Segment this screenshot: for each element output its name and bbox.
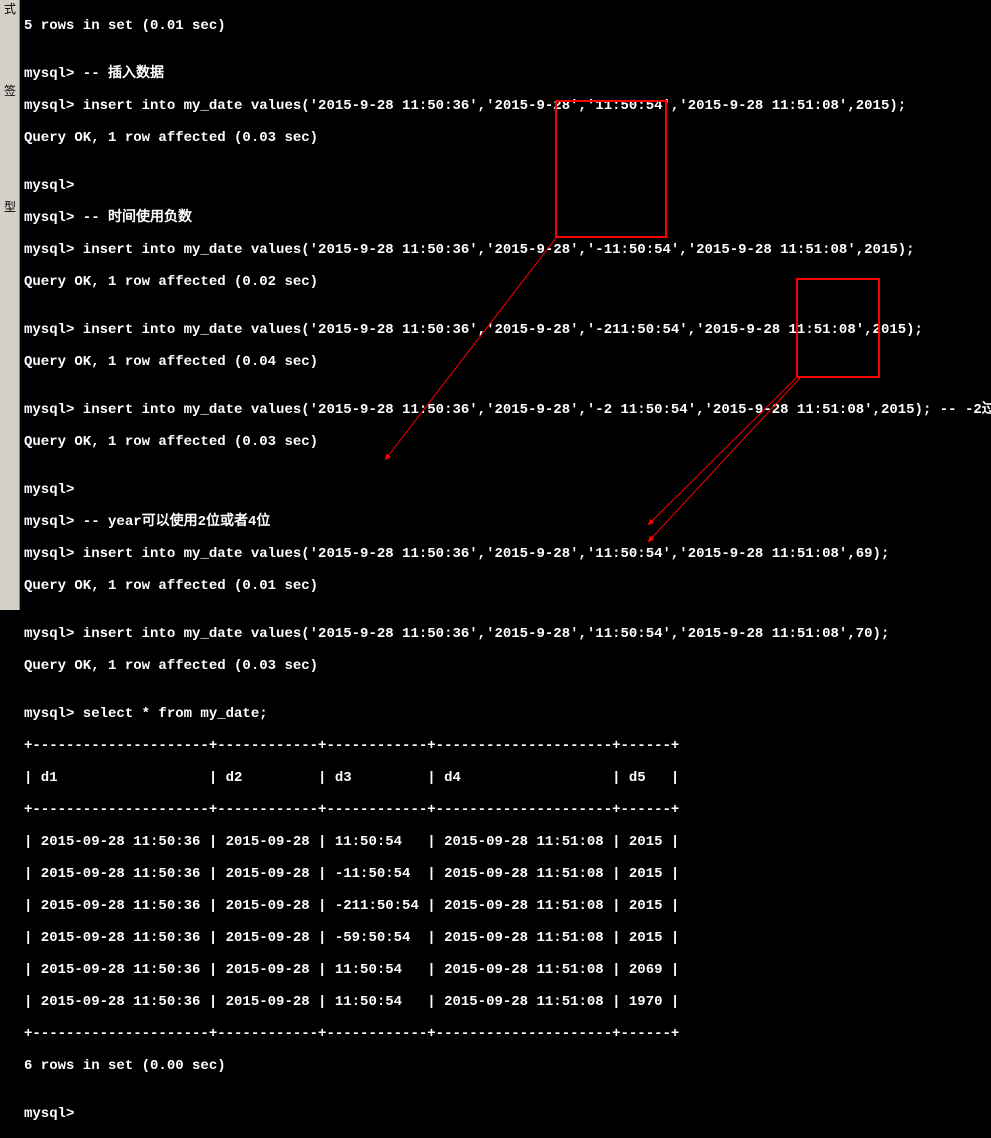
table-row: | 2015-09-28 11:50:36 | 2015-09-28 | 11:… (24, 962, 987, 978)
prompt-line: mysql> (24, 178, 987, 194)
left-gutter: 式 签 型 (0, 0, 20, 610)
table-border: +---------------------+------------+----… (24, 738, 987, 754)
prompt-line: mysql> -- 时间使用负数 (24, 210, 987, 226)
table-row: | 2015-09-28 11:50:36 | 2015-09-28 | -11… (24, 866, 987, 882)
gutter-label-2: 签 (4, 82, 16, 99)
output-line: Query OK, 1 row affected (0.01 sec) (24, 578, 987, 594)
prompt-line: mysql> insert into my_date values('2015-… (24, 98, 987, 114)
mysql-terminal[interactable]: 5 rows in set (0.01 sec) mysql> -- 插入数据 … (20, 0, 991, 610)
gutter-label-3: 型 (4, 198, 16, 215)
table-row: | 2015-09-28 11:50:36 | 2015-09-28 | 11:… (24, 994, 987, 1010)
output-line: Query OK, 1 row affected (0.03 sec) (24, 434, 987, 450)
prompt-line: mysql> (24, 482, 987, 498)
table-row: | 2015-09-28 11:50:36 | 2015-09-28 | -59… (24, 930, 987, 946)
prompt-line: mysql> (24, 1106, 987, 1122)
prompt-line: mysql> insert into my_date values('2015-… (24, 546, 987, 562)
prompt-line: mysql> select * from my_date; (24, 706, 987, 722)
table-header: | d1 | d2 | d3 | d4 | d5 | (24, 770, 987, 786)
output-line: 6 rows in set (0.00 sec) (24, 1058, 987, 1074)
table-row: | 2015-09-28 11:50:36 | 2015-09-28 | -21… (24, 898, 987, 914)
table-border: +---------------------+------------+----… (24, 802, 987, 818)
prompt-line: mysql> -- year可以使用2位或者4位 (24, 514, 987, 530)
gutter-label-1: 式 (4, 0, 16, 17)
prompt-line: mysql> insert into my_date values('2015-… (24, 242, 987, 258)
output-line: Query OK, 1 row affected (0.02 sec) (24, 274, 987, 290)
prompt-line: mysql> insert into my_date values('2015-… (24, 322, 987, 338)
output-line: 5 rows in set (0.01 sec) (24, 18, 987, 34)
output-line: Query OK, 1 row affected (0.03 sec) (24, 130, 987, 146)
table-border: +---------------------+------------+----… (24, 1026, 987, 1042)
table-row: | 2015-09-28 11:50:36 | 2015-09-28 | 11:… (24, 834, 987, 850)
prompt-line: mysql> insert into my_date values('2015-… (24, 626, 987, 642)
prompt-line: mysql> -- 插入数据 (24, 66, 987, 82)
output-line: Query OK, 1 row affected (0.03 sec) (24, 658, 987, 674)
prompt-line: mysql> insert into my_date values('2015-… (24, 402, 987, 418)
output-line: Query OK, 1 row affected (0.04 sec) (24, 354, 987, 370)
